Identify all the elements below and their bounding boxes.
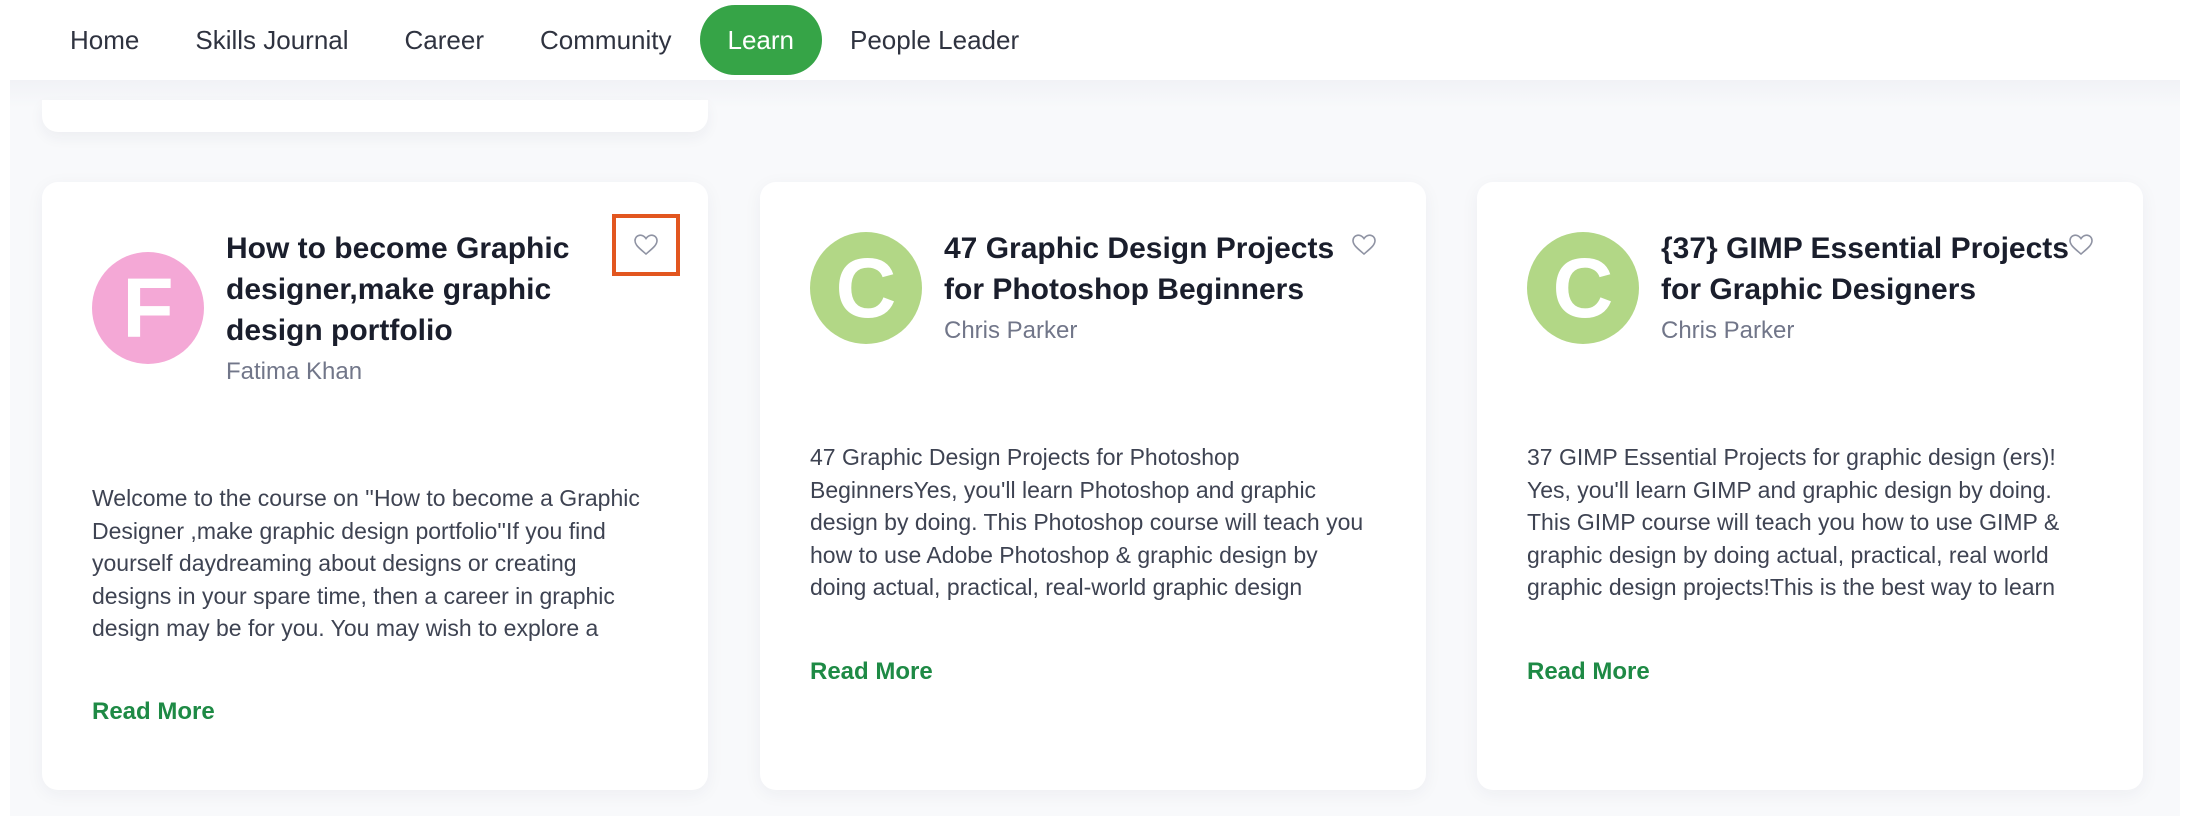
course-description: 47 Graphic Design Projects for Photoshop… [810,444,1364,600]
course-title[interactable]: 47 Graphic Design Projects for Photoshop… [944,228,1344,310]
avatar: F [92,252,204,364]
course-card[interactable]: C 47 Graphic Design Projects for Photosh… [760,182,1426,790]
nav-community[interactable]: Community [512,5,699,75]
heart-icon[interactable] [629,228,663,262]
avatar: C [1527,232,1639,344]
read-more-link[interactable]: Read More [92,698,215,726]
course-title[interactable]: How to become Graphic designer,make grap… [226,228,626,351]
heart-icon[interactable] [2064,228,2098,262]
course-author: Fatima Khan [226,358,363,385]
read-more-link[interactable]: Read More [1527,658,1650,686]
nav-home[interactable]: Home [42,5,167,75]
course-description: 37 GIMP Essential Projects for graphic d… [1527,444,2060,600]
nav-skills-journal[interactable]: Skills Journal [167,5,376,75]
nav-learn[interactable]: Learn [699,5,822,75]
avatar: C [810,232,922,344]
course-author: Chris Parker [944,317,1078,344]
previous-card-bottom [42,100,708,132]
nav-people-leader[interactable]: People Leader [822,5,1047,75]
course-card[interactable]: C {37} GIMP Essential Projects for Graph… [1477,182,2143,790]
heart-icon[interactable] [1347,228,1381,262]
read-more-link[interactable]: Read More [810,658,933,686]
nav-career[interactable]: Career [377,5,512,75]
course-description: Welcome to the course on ''How to become… [92,485,640,641]
top-navigation: Home Skills Journal Career Community Lea… [0,0,2188,80]
course-title[interactable]: {37} GIMP Essential Projects for Graphic… [1661,228,2091,310]
course-author: Chris Parker [1661,317,1795,344]
course-card[interactable]: F How to become Graphic designer,make gr… [42,182,708,790]
